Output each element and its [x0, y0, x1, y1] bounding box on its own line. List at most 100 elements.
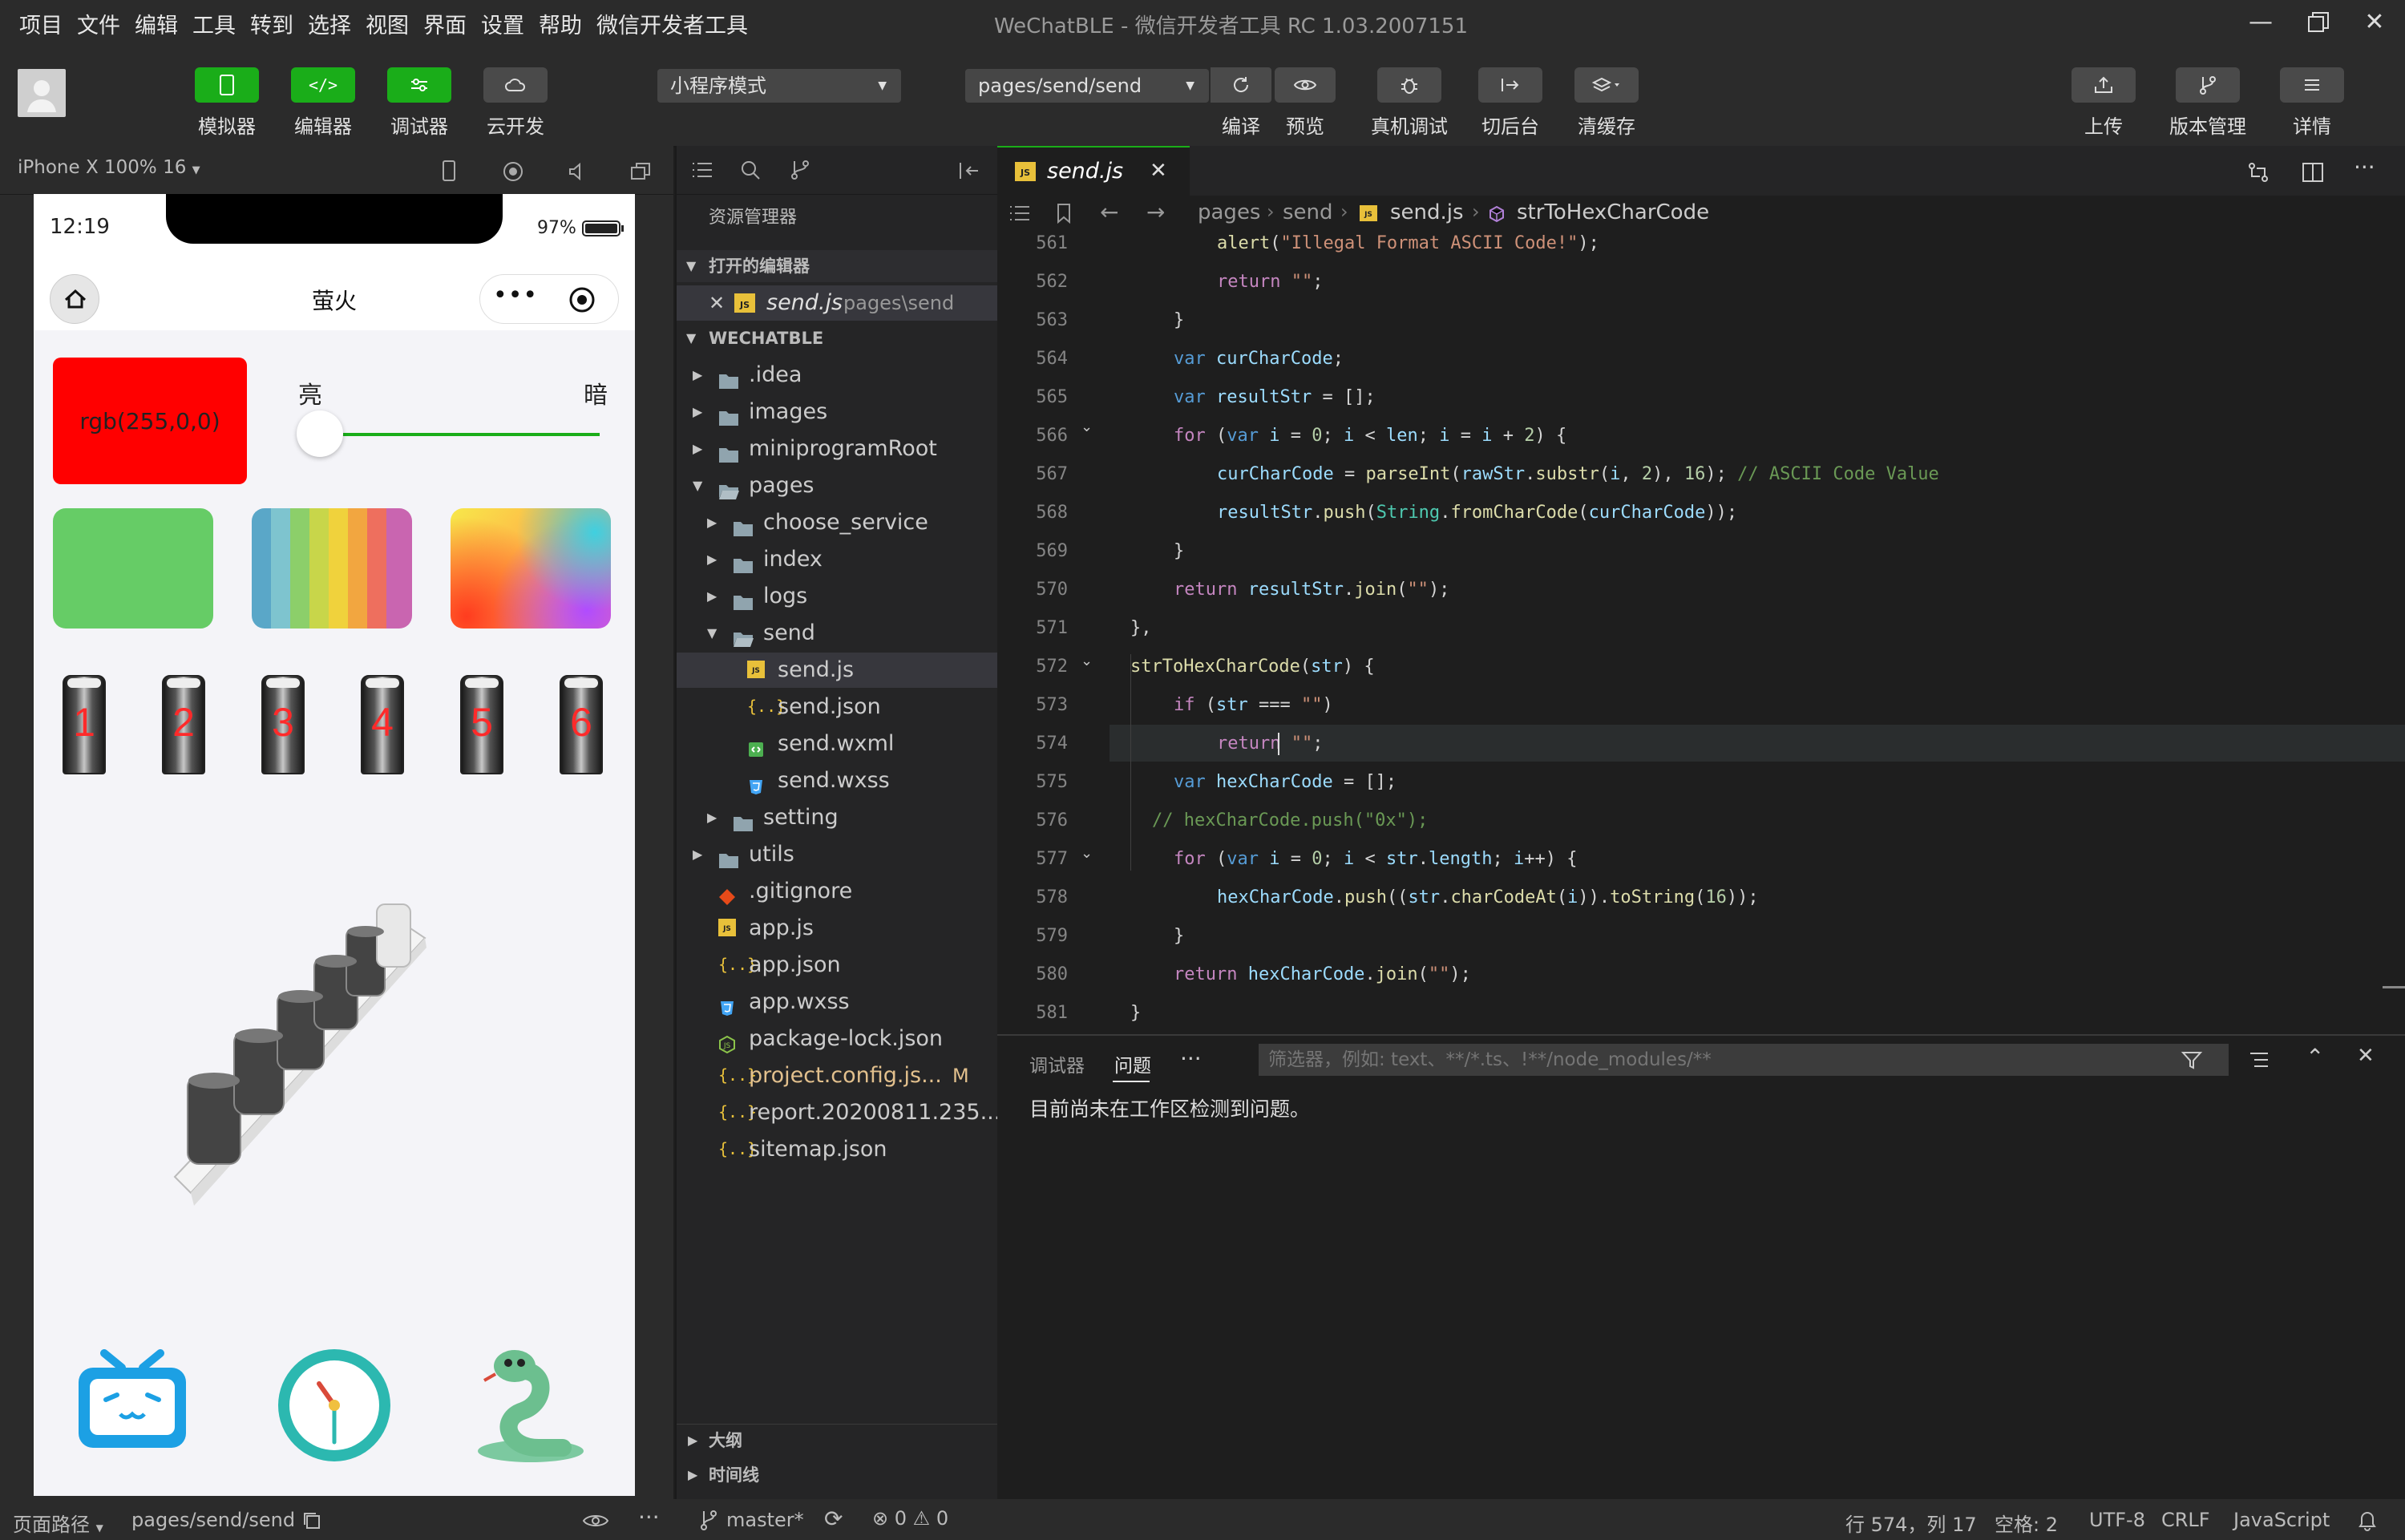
editor-tab-sendjs[interactable]: JS send.js ✕ — [997, 146, 1190, 196]
bell-icon[interactable] — [2357, 1509, 2378, 1531]
tree-item-app-js[interactable]: JS app.js — [677, 911, 997, 946]
nixie-tube[interactable]: 6 — [560, 675, 603, 774]
fold-chevron-icon[interactable]: ⌄ — [1081, 845, 1093, 862]
avatar[interactable] — [18, 69, 66, 117]
fold-chevron-icon[interactable]: ⌄ — [1081, 418, 1093, 435]
list-icon[interactable] — [691, 160, 713, 180]
nixie-tube[interactable]: 5 — [460, 675, 503, 774]
code-line[interactable]: 566 for (var i = 0; i < len; i = i + 2) { — [997, 417, 2405, 455]
tree-item-send-wxss[interactable]: send.wxss — [677, 763, 997, 798]
bilibili-tv-icon[interactable] — [72, 1344, 192, 1456]
line-ending[interactable]: CRLF — [2161, 1509, 2210, 1531]
device-select[interactable]: iPhone X 100% 16 ▼ — [18, 157, 200, 178]
code-line[interactable]: 581} — [997, 994, 2405, 1033]
more-icon[interactable]: ••• — [493, 281, 538, 309]
more-actions-icon[interactable]: ··· — [2354, 154, 2375, 180]
menu-tools[interactable]: 工具 — [192, 8, 236, 39]
code-line[interactable]: 568 resultStr.push(String.fromCharCode(cu… — [997, 494, 2405, 532]
menu-edit[interactable]: 编辑 — [135, 8, 178, 39]
tree-item-utils[interactable]: ▶ utils — [677, 837, 997, 872]
close-panel-icon[interactable]: ✕ — [2357, 1044, 2375, 1068]
tree-item-send-js[interactable]: JS send.js — [677, 653, 997, 688]
copy-icon[interactable] — [301, 1510, 322, 1531]
tree-item-gitignore[interactable]: .gitignore — [677, 874, 997, 909]
tree-item-send[interactable]: ▼ send — [677, 616, 997, 651]
close-editor-icon[interactable]: ✕ — [709, 285, 725, 321]
panel-more-icon[interactable]: ··· — [1180, 1045, 1202, 1072]
menu-select[interactable]: 选择 — [308, 8, 351, 39]
sync-icon[interactable]: ⟳ — [824, 1506, 843, 1532]
version-button[interactable] — [2176, 67, 2240, 103]
code-line[interactable]: 574 return ""; — [997, 725, 2405, 763]
code-line[interactable]: 570 return resultStr.join(""); — [997, 571, 2405, 609]
details-button[interactable] — [2280, 67, 2344, 103]
tree-item-setting[interactable]: ▶ setting — [677, 800, 997, 835]
tree-item-miniprogramroot[interactable]: ▶ miniprogramRoot — [677, 431, 997, 467]
upload-button[interactable] — [2072, 67, 2136, 103]
code-line[interactable]: 573 if (str === "") — [997, 686, 2405, 725]
fold-chevron-icon[interactable]: ⌄ — [1081, 653, 1093, 669]
simulator-button[interactable] — [195, 67, 259, 103]
code-line[interactable]: 579} — [997, 917, 2405, 956]
outline-header[interactable]: ▶ 大纲 — [677, 1424, 997, 1457]
brightness-slider-thumb[interactable] — [297, 410, 343, 457]
tree-item-sitemap-json[interactable]: {..} sitemap.json — [677, 1132, 997, 1167]
problems-filter-input[interactable] — [1259, 1044, 2229, 1076]
brightness-slider-track[interactable] — [321, 433, 600, 436]
page-path-label[interactable]: 页面路径 ▼ — [13, 1509, 103, 1537]
branch-icon[interactable] — [699, 1509, 718, 1531]
cursor-position[interactable]: 行 574，列 17 — [1845, 1509, 1977, 1537]
tree-item-idea[interactable]: ▶ .idea — [677, 358, 997, 393]
maximize-icon[interactable] — [2294, 6, 2342, 38]
tree-item-index[interactable]: ▶ index — [677, 542, 997, 577]
clock-icon[interactable] — [271, 1342, 398, 1469]
code-line[interactable]: 565 var resultStr = []; — [997, 378, 2405, 417]
open-editor-item[interactable]: ✕ JS send.js pages\send — [677, 285, 997, 321]
errors-indicator[interactable]: ⊗ 0 ⚠ 0 — [872, 1507, 948, 1530]
tab-problems[interactable]: 问题 — [1114, 1050, 1151, 1077]
tree-item-choose-service[interactable]: ▶ choose_service — [677, 505, 997, 540]
record-icon[interactable] — [502, 160, 524, 183]
compile-button[interactable] — [1211, 67, 1271, 103]
code-line[interactable]: 567 curCharCode = parseInt(rawStr.substr(… — [997, 455, 2405, 494]
mode-select[interactable]: 小程序模式 ▼ — [657, 69, 901, 103]
forward-arrow-icon[interactable]: → — [1146, 199, 1165, 225]
rainbow-stripes-tile[interactable] — [252, 508, 412, 629]
code-line[interactable]: 578 hexCharCode.push((str.charCodeAt(i)).… — [997, 879, 2405, 917]
code-line[interactable]: 569} — [997, 532, 2405, 571]
code-line[interactable]: 562 return ""; — [997, 263, 2405, 301]
git-branch[interactable]: master* — [726, 1509, 804, 1531]
code-line[interactable]: 572 strToHexCharCode(str) { — [997, 648, 2405, 686]
split-editor-icon[interactable] — [2301, 160, 2325, 184]
back-arrow-icon[interactable]: ← — [1100, 199, 1118, 225]
cloud-button[interactable] — [483, 67, 548, 103]
snake-icon[interactable] — [467, 1339, 595, 1467]
menu-project[interactable]: 项目 — [19, 8, 63, 39]
menu-help[interactable]: 帮助 — [539, 8, 582, 39]
menu-view[interactable]: 视图 — [366, 8, 409, 39]
device-debug-button[interactable] — [1377, 67, 1441, 103]
preview-button[interactable] — [1275, 67, 1336, 103]
color-preview[interactable]: rgb(255,0,0) — [53, 358, 247, 484]
debugger-button[interactable] — [387, 67, 451, 103]
collapse-all-icon[interactable] — [2248, 1050, 2270, 1071]
code-line[interactable]: 576 // hexCharCode.push("0x"); — [997, 802, 2405, 840]
code-line[interactable]: 564 var curCharCode; — [997, 340, 2405, 378]
page-select[interactable]: pages/send/send ▼ — [965, 69, 1209, 103]
code-line[interactable]: 575 var hexCharCode = []; — [997, 763, 2405, 802]
source-control-icon[interactable] — [789, 159, 811, 181]
timeline-header[interactable]: ▶ 时间线 — [677, 1459, 997, 1491]
more-icon[interactable]: ··· — [638, 1504, 660, 1530]
green-color-tile[interactable] — [53, 508, 213, 629]
menu-goto[interactable]: 转到 — [250, 8, 293, 39]
maximize-panel-icon[interactable]: ⌃ — [2306, 1044, 2324, 1070]
close-tab-icon[interactable]: ✕ — [1150, 159, 1167, 183]
menu-settings[interactable]: 设置 — [481, 8, 524, 39]
menu-interface[interactable]: 界面 — [423, 8, 467, 39]
tree-item-pages[interactable]: ▼ pages — [677, 468, 997, 503]
bookmark-icon[interactable] — [1055, 202, 1073, 224]
project-header[interactable]: ▼ WECHATBLE — [677, 322, 997, 354]
compare-icon[interactable] — [2246, 160, 2270, 184]
breadcrumb-pages[interactable]: pages — [1198, 200, 1260, 224]
nixie-tube[interactable]: 2 — [162, 675, 205, 774]
